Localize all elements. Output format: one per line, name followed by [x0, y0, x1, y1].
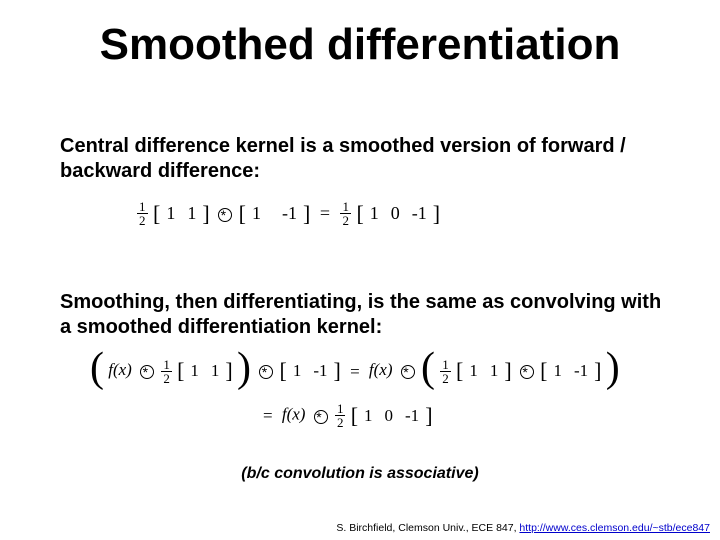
paragraph-2: Smoothing, then differentiating, is the … — [60, 290, 670, 340]
footer-prefix: S. Birchfield, Clemson Univ., ECE 847, — [336, 522, 519, 534]
big-paren-right: ) — [237, 353, 251, 383]
slide: Smoothed differentiation Central differe… — [0, 0, 720, 540]
kernel-result: [10-1] — [356, 201, 440, 227]
kernel-a: [11] — [177, 360, 233, 382]
kernel-c: [11] — [456, 360, 512, 382]
slide-footer: S. Birchfield, Clemson Univ., ECE 847, h… — [336, 522, 710, 534]
equation-1: 1 2 [11] [1 -1] = 1 2 [10-1] — [136, 200, 440, 227]
kernel-d: [1-1] — [540, 360, 601, 382]
big-paren-right: ) — [606, 353, 620, 383]
equals-sign: = — [258, 406, 278, 426]
fraction-half: 1 2 — [335, 402, 346, 429]
convolution-icon — [313, 409, 327, 423]
fx-term: f(x) — [282, 404, 306, 423]
fraction-half: 1 2 — [440, 358, 451, 385]
kernel-smooth: [11] — [153, 201, 210, 227]
equation-2-line1: ( f(x) 1 2 [11] ) [1-1] = f(x) ( 1 2 [11… — [90, 356, 620, 386]
equals-sign: = — [315, 203, 335, 224]
kernel-diff: [1 -1] — [239, 201, 311, 227]
equals-sign: = — [345, 363, 365, 380]
kernel-result: [10-1] — [351, 403, 433, 429]
fraction-half: 1 2 — [137, 200, 148, 227]
big-paren-left: ( — [421, 353, 435, 383]
convolution-icon — [139, 364, 153, 378]
convolution-icon — [217, 207, 231, 221]
equation-2-line2: = f(x) 1 2 [10-1] — [258, 402, 433, 429]
kernel-b: [1-1] — [280, 360, 341, 382]
note-associative: (b/c convolution is associative) — [0, 465, 720, 483]
convolution-icon — [519, 364, 533, 378]
slide-title: Smoothed differentiation — [0, 20, 720, 70]
convolution-icon — [400, 364, 414, 378]
footer-link[interactable]: http://www.ces.clemson.edu/~stb/ece847 — [519, 522, 710, 534]
paragraph-1: Central difference kernel is a smoothed … — [60, 134, 670, 184]
big-paren-left: ( — [90, 353, 104, 383]
fx-term: f(x) — [369, 360, 393, 379]
fraction-half: 1 2 — [161, 358, 172, 385]
convolution-icon — [258, 364, 272, 378]
fx-term: f(x) — [108, 360, 132, 379]
fraction-half-2: 1 2 — [340, 200, 351, 227]
